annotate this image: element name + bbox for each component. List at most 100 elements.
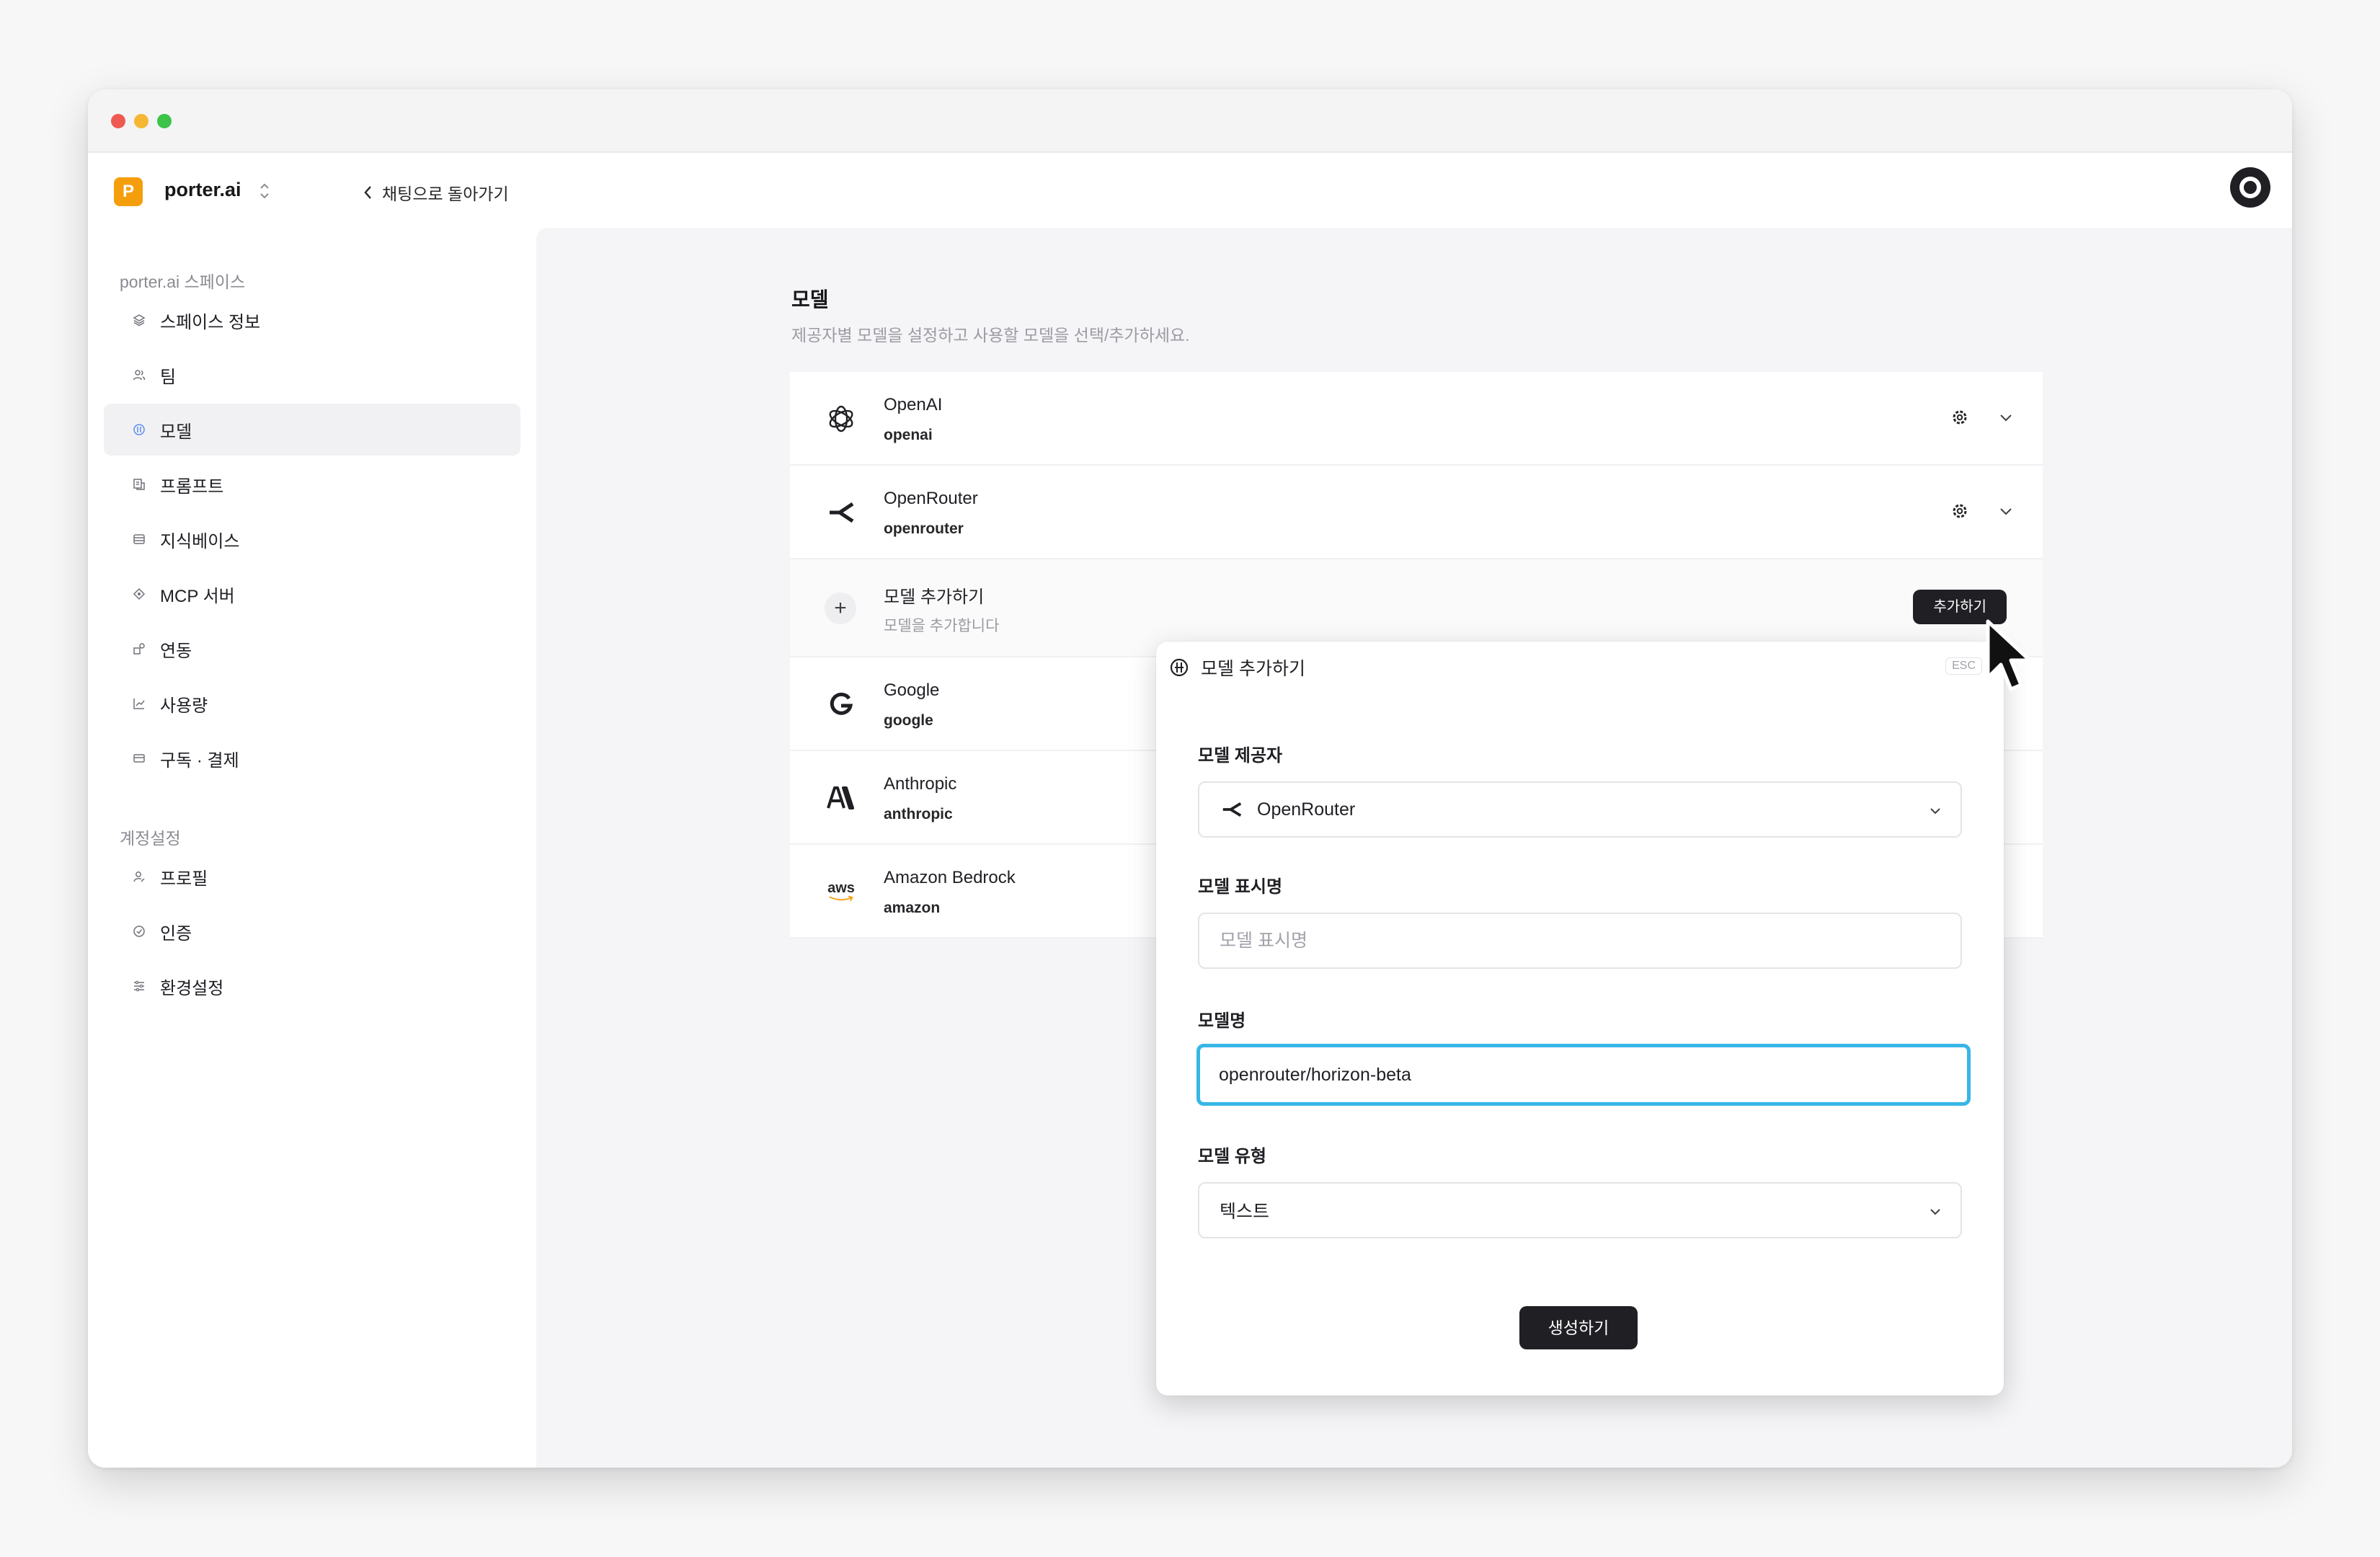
chart-icon xyxy=(133,697,146,710)
openrouter-logo-icon xyxy=(825,496,858,529)
dialog-header: 모델 추가하기 xyxy=(1169,655,1305,680)
sidebar-item-label: 모델 xyxy=(160,422,192,442)
sidebar-item-label: MCP 서버 xyxy=(160,586,235,606)
sidebar-item-label: 팀 xyxy=(160,367,177,387)
model-name-field[interactable] xyxy=(1196,1044,1971,1106)
sidebar-item-profile[interactable]: 프로필 xyxy=(104,851,520,902)
close-window-button[interactable] xyxy=(111,114,125,128)
add-model-dialog: 모델 추가하기 ESC 모델 제공자 OpenRouter 모델 표시명 모델명… xyxy=(1156,642,2004,1396)
openai-logo-icon xyxy=(825,402,858,435)
sidebar-item-label: 사용량 xyxy=(160,696,208,716)
provider-slug: openai xyxy=(884,427,933,443)
provider-name: Anthropic xyxy=(884,774,957,794)
database-icon xyxy=(133,533,146,546)
switch-space-icon[interactable] xyxy=(258,180,271,202)
sidebar-item-team[interactable]: 팀 xyxy=(104,349,520,401)
model-name-label: 모델명 xyxy=(1198,1011,1246,1031)
provider-slug: amazon xyxy=(884,900,941,916)
dialog-title: 모델 추가하기 xyxy=(1201,659,1305,679)
sidebar-item-space-info[interactable]: 스페이스 정보 xyxy=(104,294,520,346)
brand-logo: P xyxy=(114,177,143,206)
display-name-label: 모델 표시명 xyxy=(1198,877,1283,897)
sidebar-item-billing[interactable]: 구독 · 결제 xyxy=(104,732,520,784)
gear-icon[interactable] xyxy=(1949,407,1971,428)
plus-icon: + xyxy=(825,593,856,624)
settings-sliders-icon xyxy=(133,980,146,993)
maximize-window-button[interactable] xyxy=(157,114,172,128)
sidebar-item-label: 프롬프트 xyxy=(160,476,224,497)
provider-select-value: OpenRouter xyxy=(1257,799,1356,820)
model-type-label: 모델 유형 xyxy=(1198,1147,1266,1166)
provider-slug: google xyxy=(884,712,933,729)
google-logo-icon xyxy=(825,688,858,721)
aws-logo-text: aws xyxy=(827,880,855,896)
sidebar-item-label: 지식베이스 xyxy=(160,531,240,551)
page-title: 모델 xyxy=(791,288,829,311)
integration-icon xyxy=(133,642,146,655)
provider-slug: openrouter xyxy=(884,520,964,537)
create-button[interactable]: 생성하기 xyxy=(1519,1306,1638,1349)
model-name-input[interactable] xyxy=(1219,1064,1948,1086)
server-icon xyxy=(133,587,146,600)
title-bar xyxy=(88,89,2292,153)
sidebar-item-integration[interactable]: 연동 xyxy=(104,623,520,675)
chevron-left-icon xyxy=(364,186,371,199)
sidebar-item-label: 환경설정 xyxy=(160,978,224,998)
display-name-field[interactable] xyxy=(1198,913,1962,969)
sidebar-item-model[interactable]: 모델 xyxy=(104,404,520,456)
sidebar-item-label: 연동 xyxy=(160,641,192,661)
chevron-down-icon xyxy=(1930,1209,1940,1215)
display-name-input[interactable] xyxy=(1220,930,1940,952)
sidebar-item-auth[interactable]: 인증 xyxy=(104,905,520,957)
back-link-label: 채팅으로 돌아가기 xyxy=(382,185,509,203)
shield-icon xyxy=(133,925,146,938)
sidebar-item-label: 스페이스 정보 xyxy=(160,312,261,332)
chevron-down-icon[interactable] xyxy=(1998,409,2014,425)
sidebar-section-account: 계정설정 xyxy=(120,829,181,848)
sidebar-item-knowledge-base[interactable]: 지식베이스 xyxy=(104,513,520,565)
sidebar-item-preferences[interactable]: 환경설정 xyxy=(104,960,520,1012)
add-model-title: 모델 추가하기 xyxy=(884,587,985,607)
provider-name: Amazon Bedrock xyxy=(884,868,1016,887)
sidebar-item-mcp-server[interactable]: MCP 서버 xyxy=(104,568,520,620)
minimize-window-button[interactable] xyxy=(134,114,148,128)
brand-name[interactable]: porter.ai xyxy=(164,179,241,201)
anthropic-logo-icon xyxy=(825,781,858,815)
model-icon xyxy=(1170,658,1189,677)
model-type-value: 텍스트 xyxy=(1220,1202,1270,1222)
user-avatar-button[interactable] xyxy=(2230,167,2270,208)
sidebar: porter.ai 스페이스 스페이스 정보 팀 모델 프롬프트 지식베이스 M… xyxy=(88,228,536,1468)
sidebar-item-label: 프로필 xyxy=(160,869,208,889)
provider-row-openai[interactable]: OpenAI openai xyxy=(790,372,2043,466)
sidebar-item-prompt[interactable]: 프롬프트 xyxy=(104,458,520,510)
avatar xyxy=(2239,177,2261,198)
add-model-subtitle: 모델을 추가합니다 xyxy=(884,618,1000,634)
gear-icon[interactable] xyxy=(1949,500,1971,522)
card-icon xyxy=(133,752,146,765)
sidebar-item-label: 구독 · 결제 xyxy=(160,750,239,771)
page-description: 제공자별 모델을 설정하고 사용할 모델을 선택/추가하세요. xyxy=(791,326,1190,345)
sidebar-item-usage[interactable]: 사용량 xyxy=(104,678,520,729)
back-to-chat-link[interactable]: 채팅으로 돌아가기 xyxy=(362,180,509,205)
chevron-down-icon xyxy=(1930,808,1940,815)
top-bar: P porter.ai 채팅으로 돌아가기 xyxy=(88,153,2292,228)
provider-slug: anthropic xyxy=(884,806,953,822)
provider-row-openrouter[interactable]: OpenRouter openrouter xyxy=(790,466,2043,559)
esc-close-hint[interactable]: ESC xyxy=(1945,657,1982,675)
chevron-down-icon[interactable] xyxy=(1998,503,2014,519)
users-icon xyxy=(133,368,146,381)
model-icon xyxy=(133,423,146,436)
provider-select[interactable]: OpenRouter xyxy=(1198,781,1962,838)
model-type-select[interactable]: 텍스트 xyxy=(1198,1182,1962,1238)
layers-icon xyxy=(133,314,146,327)
sidebar-item-label: 인증 xyxy=(160,923,192,944)
provider-name: OpenRouter xyxy=(884,489,978,508)
sidebar-section-space: porter.ai 스페이스 xyxy=(120,272,246,291)
provider-name: Google xyxy=(884,680,940,700)
openrouter-logo-icon xyxy=(1222,802,1242,817)
provider-label: 모델 제공자 xyxy=(1198,746,1283,766)
prompt-icon xyxy=(133,478,146,491)
mouse-pointer-icon xyxy=(1986,619,2032,691)
profile-icon xyxy=(133,870,146,883)
aws-logo-icon: aws xyxy=(825,875,858,908)
